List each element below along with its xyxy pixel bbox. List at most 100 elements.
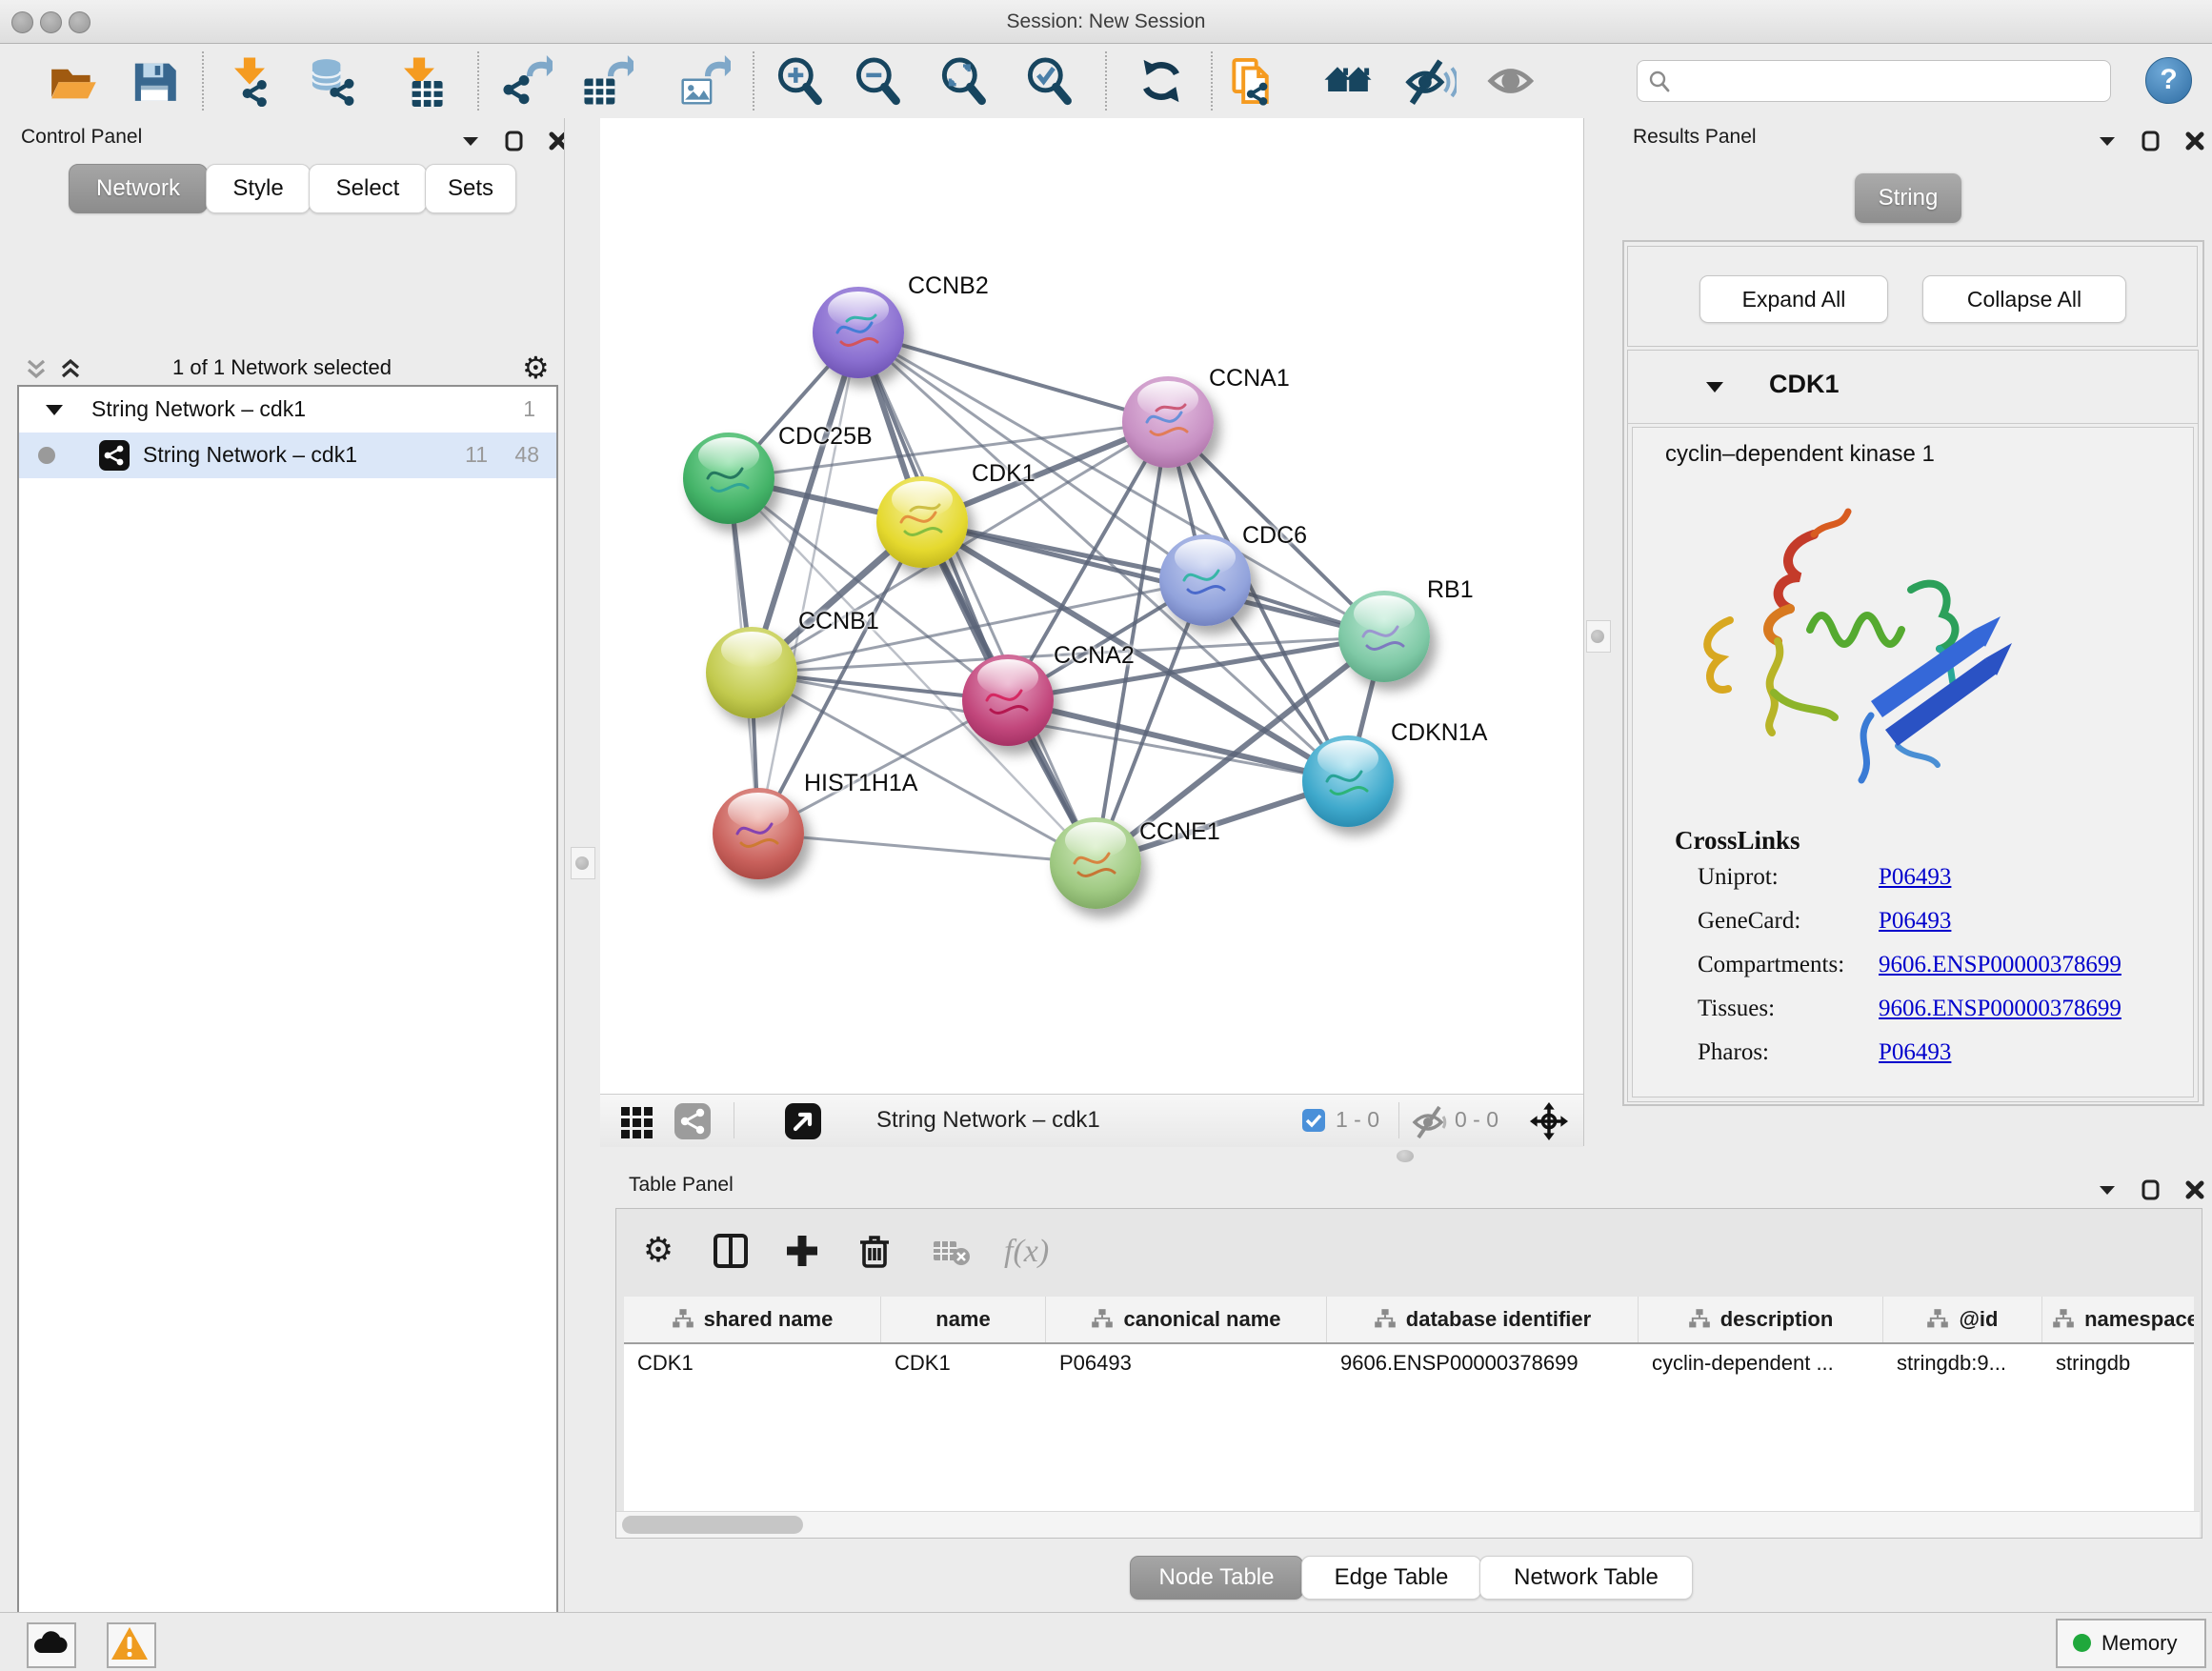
node-label-RB1: RB1 bbox=[1427, 576, 1474, 604]
crosslink-link[interactable]: 9606.ENSP00000378699 bbox=[1879, 952, 2122, 978]
crosslink-link[interactable]: P06493 bbox=[1879, 908, 1951, 935]
table-cell[interactable]: CDK1 bbox=[624, 1344, 881, 1382]
right-splitter[interactable] bbox=[1583, 118, 1627, 1146]
column-tree-icon bbox=[1926, 1308, 1949, 1331]
show-columns-icon[interactable] bbox=[710, 1230, 752, 1272]
search-input[interactable] bbox=[1679, 65, 2102, 97]
network-row[interactable]: String Network – cdk1 11 48 bbox=[19, 433, 556, 478]
horizontal-splitter[interactable] bbox=[600, 1146, 2212, 1167]
column-header[interactable]: @id bbox=[1883, 1297, 2042, 1342]
column-header[interactable]: shared name bbox=[624, 1297, 881, 1342]
export-table-icon[interactable] bbox=[582, 55, 633, 107]
column-header[interactable]: name bbox=[881, 1297, 1046, 1342]
string-badge-icon[interactable] bbox=[673, 1101, 713, 1141]
tab-network-table[interactable]: Network Table bbox=[1479, 1556, 1693, 1600]
import-database-icon[interactable] bbox=[308, 55, 359, 107]
panel-close-icon[interactable] bbox=[2183, 1178, 2206, 1201]
grid-view-icon[interactable] bbox=[617, 1101, 657, 1141]
collapse-all-button[interactable]: Collapse All bbox=[1922, 275, 2126, 323]
copy-documents-icon[interactable] bbox=[1227, 55, 1278, 107]
table-row[interactable]: CDK1CDK1P064939606.ENSP00000378699cyclin… bbox=[624, 1344, 2194, 1382]
table-cell[interactable]: CDK1 bbox=[881, 1344, 1046, 1382]
tab-node-table[interactable]: Node Table bbox=[1130, 1556, 1303, 1600]
crosslink-link[interactable]: P06493 bbox=[1879, 864, 1951, 891]
column-header[interactable]: database identifier bbox=[1327, 1297, 1639, 1342]
crosslink-link[interactable]: 9606.ENSP00000378699 bbox=[1879, 996, 2122, 1022]
delete-column-trash-icon[interactable] bbox=[854, 1230, 895, 1272]
hidden-eye-icon[interactable] bbox=[1410, 1101, 1450, 1141]
network-node-CDK1[interactable] bbox=[876, 476, 968, 568]
crosslink-link[interactable]: P06493 bbox=[1879, 1039, 1951, 1066]
zoom-fit-icon[interactable] bbox=[937, 55, 989, 107]
panel-close-icon[interactable] bbox=[2183, 130, 2206, 152]
table-cell[interactable]: stringdb:9... bbox=[1883, 1344, 2042, 1382]
panel-menu-icon[interactable] bbox=[2096, 130, 2119, 152]
network-node-CDKN1A[interactable] bbox=[1302, 735, 1394, 827]
selected-nodes-checkbox[interactable] bbox=[1302, 1109, 1325, 1132]
left-splitter-handle[interactable] bbox=[571, 847, 595, 879]
zoom-check-icon[interactable] bbox=[1023, 55, 1075, 107]
network-node-CDC6[interactable] bbox=[1159, 534, 1251, 626]
network-collection-row[interactable]: String Network – cdk1 1 bbox=[19, 387, 556, 433]
network-node-CCNA1[interactable] bbox=[1122, 376, 1214, 468]
table-cell[interactable]: 9606.ENSP00000378699 bbox=[1327, 1344, 1639, 1382]
column-header[interactable]: description bbox=[1639, 1297, 1883, 1342]
collection-expander-icon[interactable] bbox=[44, 402, 65, 419]
eye-slash-icon[interactable] bbox=[1405, 55, 1457, 107]
right-splitter-handle[interactable] bbox=[1586, 620, 1611, 653]
import-table-icon[interactable] bbox=[393, 55, 445, 107]
zoom-out-icon[interactable] bbox=[852, 55, 903, 107]
open-folder-icon[interactable] bbox=[46, 55, 97, 107]
memory-button[interactable]: Memory bbox=[2056, 1619, 2206, 1668]
crosslink-row: GeneCard:P06493 bbox=[1698, 908, 2183, 952]
export-image-icon[interactable] bbox=[679, 55, 731, 107]
network-node-CCNE1[interactable] bbox=[1050, 817, 1141, 909]
tab-network[interactable]: Network bbox=[69, 164, 208, 213]
section-expander-icon[interactable] bbox=[1704, 379, 1725, 396]
tab-select[interactable]: Select bbox=[309, 164, 427, 213]
open-in-new-window-icon[interactable] bbox=[783, 1101, 823, 1141]
refresh-arrows-icon[interactable] bbox=[1136, 55, 1187, 107]
table-settings-gear-icon[interactable]: ⚙ bbox=[637, 1230, 679, 1272]
homes-icon[interactable] bbox=[1322, 55, 1374, 107]
network-node-CCNB1[interactable] bbox=[706, 627, 797, 718]
table-cell[interactable]: P06493 bbox=[1046, 1344, 1327, 1382]
network-node-CDC25B[interactable] bbox=[683, 433, 774, 524]
save-floppy-icon[interactable] bbox=[126, 55, 177, 107]
network-node-HIST1H1A[interactable] bbox=[713, 788, 804, 879]
table-cell[interactable]: stringdb bbox=[2042, 1344, 2194, 1382]
panel-menu-icon[interactable] bbox=[459, 130, 482, 152]
left-splitter[interactable] bbox=[564, 118, 602, 1612]
network-canvas[interactable]: CCNB2CCNA1CDC25BCDK1CDC6RB1CCNB1CCNA2CDK… bbox=[600, 118, 1583, 1094]
warnings-button[interactable] bbox=[107, 1622, 156, 1668]
import-network-icon[interactable] bbox=[224, 55, 275, 107]
network-node-CCNA2[interactable] bbox=[962, 654, 1054, 746]
column-header[interactable]: canonical name bbox=[1046, 1297, 1327, 1342]
node-table-box: ⚙ f(x) shared namenamecanonical namedata… bbox=[615, 1208, 2202, 1539]
cloud-button[interactable] bbox=[27, 1622, 76, 1668]
export-network-icon[interactable] bbox=[501, 55, 553, 107]
search-box[interactable] bbox=[1637, 60, 2111, 102]
column-header[interactable]: namespace bbox=[2042, 1297, 2194, 1342]
help-button[interactable]: ? bbox=[2145, 57, 2192, 104]
network-node-CCNB2[interactable] bbox=[813, 287, 904, 378]
protein-section-header[interactable]: CDK1 bbox=[1628, 351, 2198, 424]
panel-menu-icon[interactable] bbox=[2096, 1178, 2119, 1201]
tab-edge-table[interactable]: Edge Table bbox=[1301, 1556, 1481, 1600]
tab-sets[interactable]: Sets bbox=[425, 164, 516, 213]
move-crosshair-icon[interactable] bbox=[1529, 1101, 1569, 1141]
expand-all-button[interactable]: Expand All bbox=[1699, 275, 1888, 323]
zoom-in-icon[interactable] bbox=[774, 55, 825, 107]
network-node-RB1[interactable] bbox=[1338, 591, 1430, 682]
horizontal-splitter-handle[interactable] bbox=[1397, 1150, 1414, 1162]
table-horizontal-scrollbar[interactable] bbox=[616, 1511, 2200, 1538]
panel-float-icon[interactable] bbox=[2140, 1178, 2162, 1201]
add-column-icon[interactable] bbox=[781, 1230, 823, 1272]
network-options-gear-icon[interactable]: ⚙ bbox=[522, 352, 550, 383]
tab-style[interactable]: Style bbox=[206, 164, 311, 213]
panel-float-icon[interactable] bbox=[2140, 130, 2162, 152]
panel-float-icon[interactable] bbox=[503, 130, 526, 152]
table-cell[interactable]: cyclin-dependent ... bbox=[1639, 1344, 1883, 1382]
scrollbar-thumb[interactable] bbox=[622, 1516, 803, 1534]
tab-string[interactable]: String bbox=[1855, 173, 1961, 223]
